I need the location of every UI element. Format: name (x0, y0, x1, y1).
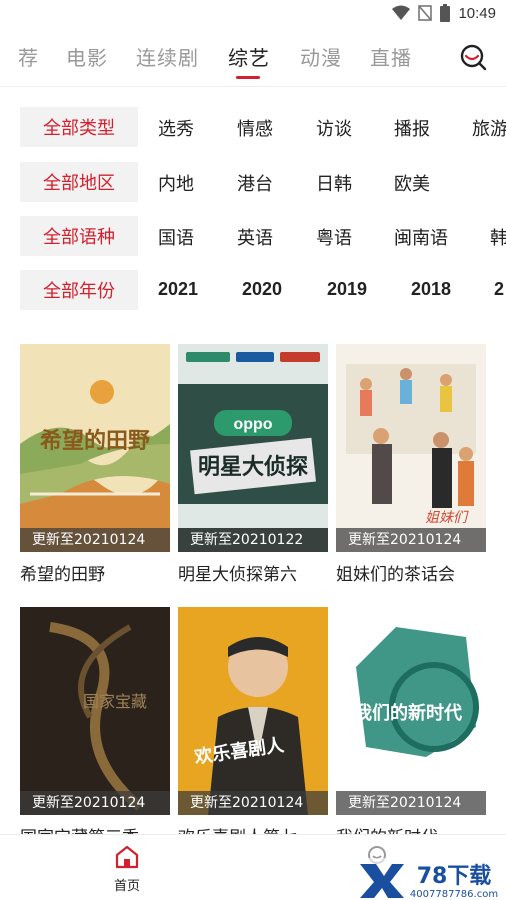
filter-option[interactable]: 2021 (158, 279, 198, 300)
card-title: 姐妹们的茶话会 (336, 565, 455, 585)
update-badge: 更新至20210124 (20, 528, 170, 552)
filter-row-language: 全部语种 国语 英语 粤语 闽南语 韩 (0, 216, 506, 256)
filter-option[interactable]: 闽南语 (394, 224, 448, 250)
show-card[interactable]: 姐妹们 更新至20210124 姐妹们的茶话会 (336, 344, 486, 585)
status-bar: 10:49 (0, 0, 506, 30)
site-watermark: 78下载 4007787786.com (356, 858, 506, 900)
tab-variety[interactable]: 综艺 (228, 42, 270, 71)
filter-all-region[interactable]: 全部地区 (20, 162, 138, 202)
filter-option[interactable]: 粤语 (316, 224, 352, 250)
update-badge: 更新至20210124 (336, 528, 486, 552)
card-title: 希望的田野 (20, 565, 105, 585)
filter-row-type: 全部类型 选秀 情感 访谈 播报 旅游 (0, 107, 506, 147)
watermark-text: 78下载 (417, 863, 492, 889)
filter-option[interactable]: 日韩 (316, 170, 352, 196)
home-icon (115, 845, 139, 869)
wifi-icon (392, 5, 411, 20)
poster-image: 希望的田野 更新至20210124 (20, 344, 170, 552)
filter-row-region: 全部地区 内地 港台 日韩 欧美 (0, 162, 506, 202)
filter-option[interactable]: 港台 (237, 170, 273, 196)
tab-recommend[interactable]: 荐 (18, 42, 39, 71)
poster-image: oppo 明星大侦探 更新至20210122 (178, 344, 328, 552)
search-icon[interactable] (458, 42, 488, 72)
category-tabs: 荐 电影 连续剧 综艺 动漫 直播 (0, 36, 506, 80)
poster-title-text: 国家宝藏 (83, 692, 147, 711)
update-badge: 更新至20210122 (178, 528, 328, 552)
tab-live[interactable]: 直播 (370, 42, 412, 71)
card-title: 明星大侦探第六 (178, 565, 297, 585)
filter-option[interactable]: 2019 (327, 279, 367, 300)
filter-row-year: 全部年份 2021 2020 2019 2018 2 (0, 270, 506, 310)
update-badge: 更新至20210124 (336, 791, 486, 815)
tab-movie[interactable]: 电影 (66, 42, 108, 71)
filter-option[interactable]: 韩 (490, 224, 506, 250)
filter-option[interactable]: 内地 (158, 170, 194, 196)
filter-option[interactable]: 国语 (158, 224, 194, 250)
filter-option[interactable]: 2 (494, 279, 504, 300)
active-tab-indicator (236, 76, 260, 79)
poster-title-text: 姐妹们 (425, 510, 469, 526)
signal-off-icon (418, 5, 433, 21)
filter-option[interactable]: 欧美 (394, 170, 430, 196)
show-card[interactable]: 希望的田野 更新至20210124 希望的田野 (20, 344, 170, 585)
filter-all-year[interactable]: 全部年份 (20, 270, 138, 310)
tabs-divider (0, 86, 506, 87)
battery-icon (440, 4, 451, 22)
poster-title-text: 希望的田野 (40, 428, 150, 454)
filter-all-type[interactable]: 全部类型 (20, 107, 138, 147)
tab-series[interactable]: 连续剧 (136, 42, 199, 71)
show-card[interactable]: oppo 明星大侦探 更新至20210122 明星大侦探第六 (178, 344, 328, 585)
update-badge: 更新至20210124 (20, 791, 170, 815)
filter-option[interactable]: 旅游 (472, 115, 506, 141)
watermark-site: 4007787786.com (410, 889, 498, 900)
nav-home[interactable]: 首页 (106, 845, 148, 894)
filter-option[interactable]: 选秀 (158, 115, 194, 141)
show-card[interactable]: 欢乐喜剧人 更新至20210124 欢乐喜剧人第七 (178, 607, 328, 848)
poster-title-text: 明星大侦探 (198, 454, 308, 480)
tab-anime[interactable]: 动漫 (300, 42, 342, 71)
poster-title-text: 我们的新时代 (354, 702, 462, 724)
svg-text:oppo: oppo (233, 416, 272, 433)
nav-home-label: 首页 (113, 879, 140, 894)
show-card[interactable]: 国家宝藏 更新至20210124 国家宝藏第三季 (20, 607, 170, 848)
filter-option[interactable]: 英语 (237, 224, 273, 250)
filter-option[interactable]: 2020 (242, 279, 282, 300)
poster-image: 姐妹们 更新至20210124 (336, 344, 486, 552)
poster-image: 我们的新时代 更新至20210124 (336, 607, 486, 815)
poster-image: 欢乐喜剧人 更新至20210124 (178, 607, 328, 815)
filter-option[interactable]: 播报 (394, 115, 430, 141)
poster-image: 国家宝藏 更新至20210124 (20, 607, 170, 815)
filter-all-language[interactable]: 全部语种 (20, 216, 138, 256)
update-badge: 更新至20210124 (178, 791, 328, 815)
status-time: 10:49 (458, 4, 496, 22)
filter-option[interactable]: 情感 (237, 115, 273, 141)
filter-option[interactable]: 访谈 (316, 115, 352, 141)
filter-option[interactable]: 2018 (411, 279, 451, 300)
show-card[interactable]: 我们的新时代 更新至20210124 我们的新时代 (336, 607, 486, 848)
